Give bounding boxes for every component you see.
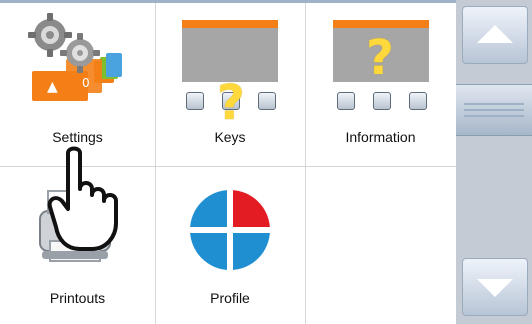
tile-label-information: Information (345, 129, 416, 145)
hand-pointer-icon (47, 146, 118, 251)
tile-label-settings: Settings (52, 129, 103, 145)
tile-information[interactable]: ? Information (305, 3, 456, 168)
settings-icon: ▲ 0 (28, 13, 122, 101)
information-icon: ? (333, 20, 429, 120)
tile-label-profile: Profile (210, 290, 250, 306)
keys-icon: ? (182, 20, 278, 131)
tile-keys[interactable]: ? Keys (155, 3, 305, 168)
svg-text:0: 0 (82, 76, 90, 90)
svg-text:▲: ▲ (47, 79, 58, 95)
profile-icon (190, 190, 270, 270)
tile-label-printouts: Printouts (49, 290, 106, 306)
scrollbar[interactable] (456, 0, 532, 324)
grid-divider-2 (305, 3, 306, 324)
scroll-up-button[interactable] (462, 6, 528, 64)
scroll-down-button[interactable] (462, 258, 528, 316)
tile-empty (305, 169, 456, 324)
chevron-up-icon (477, 25, 513, 43)
tile-label-keys: Keys (214, 129, 246, 145)
menu-screen: ▲ 0 Settings ? Keys ? Information Printo… (0, 0, 532, 324)
tile-profile[interactable]: Profile (155, 169, 305, 324)
chevron-down-icon (477, 279, 513, 297)
scroll-thumb[interactable] (456, 84, 532, 136)
grid-divider-1 (155, 3, 156, 324)
tile-settings[interactable]: ▲ 0 Settings (0, 3, 155, 168)
